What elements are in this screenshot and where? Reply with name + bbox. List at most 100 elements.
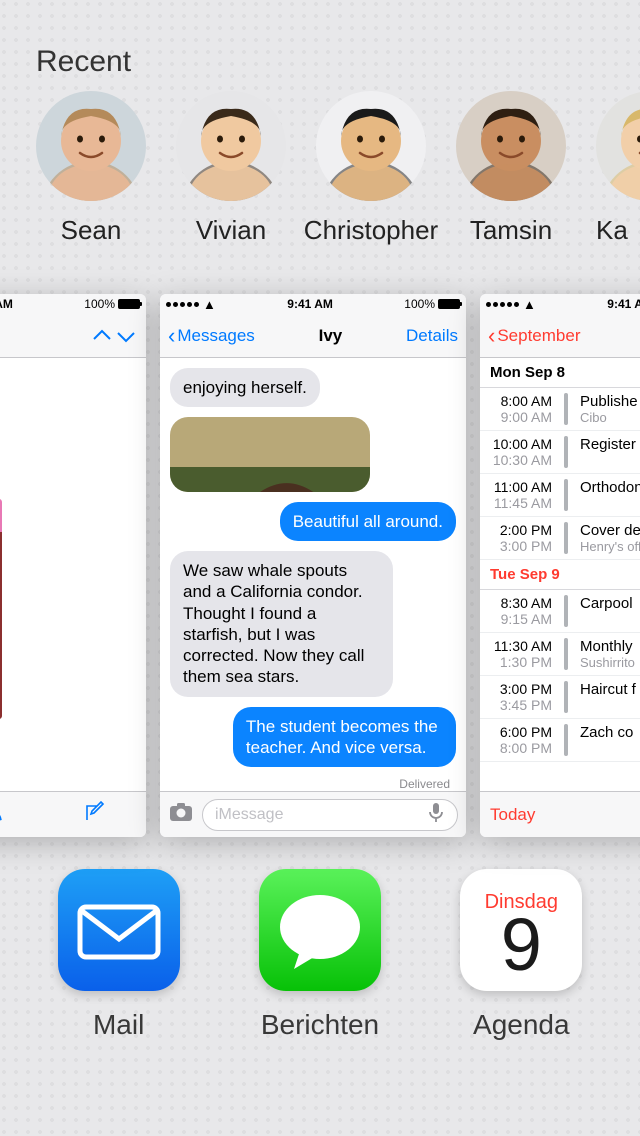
mail-body: to be one of our ns yet. The kids are ut…: [0, 358, 146, 791]
calendar-event-text: PublisheCibo: [580, 393, 640, 425]
wifi-icon: ▲: [203, 297, 216, 312]
contact-avatar: [456, 91, 566, 201]
recent-contact[interactable]: Ka: [596, 91, 640, 246]
statusbar-battery-pct: 100%: [404, 297, 435, 311]
messages-details-button[interactable]: Details: [406, 326, 458, 346]
calendar-back-label: September: [497, 326, 580, 346]
mail-toolbar: [0, 791, 146, 837]
recent-contact[interactable]: Sean: [36, 91, 146, 246]
statusbar-time: 9:41 AM: [0, 297, 13, 311]
calendar-icon-daynum: 9: [485, 908, 558, 982]
calendar-event-row[interactable]: 8:00 AM9:00 AM PublisheCibo: [480, 388, 640, 431]
app-agenda[interactable]: Dinsdag 9 Agenda: [431, 869, 611, 1041]
messages-back-button[interactable]: ‹Messages: [168, 323, 255, 349]
battery-icon: [438, 299, 460, 309]
calendar-event-bar: [564, 638, 568, 670]
app-card-messages[interactable]: ▲ 9:41 AM 100% ‹Messages Ivy Details enj…: [160, 294, 466, 837]
mail-nav-arrows[interactable]: [90, 325, 138, 347]
calendar-event-text: Zach co: [580, 724, 640, 756]
message-input-field[interactable]: iMessage: [202, 799, 458, 831]
statusbar-time: 9:41 AM: [287, 297, 333, 311]
compose-icon[interactable]: [83, 800, 107, 829]
wifi-icon: ▲: [523, 297, 536, 312]
app-berichten[interactable]: Berichten: [230, 869, 410, 1041]
calendar-event-row[interactable]: 11:30 AM1:30 PM MonthlySushirrito: [480, 633, 640, 676]
mic-icon[interactable]: [427, 801, 445, 828]
mail-attached-photo[interactable]: [0, 499, 2, 719]
contact-name: Ka: [596, 215, 628, 246]
battery-icon: [118, 299, 140, 309]
recent-contacts-row: Sean Vivian Christopher Tamsin K: [36, 91, 640, 246]
message-bubble-received[interactable]: enjoying herself.: [170, 368, 320, 407]
message-placeholder: iMessage: [215, 806, 283, 824]
recent-title: Recent: [36, 45, 640, 79]
calendar-event-times: 10:00 AM10:30 AM: [490, 436, 552, 468]
calendar-event-times: 11:30 AM1:30 PM: [490, 638, 552, 670]
statusbar: ▲ 9:41 AM 100%: [160, 294, 466, 314]
calendar-event-bar: [564, 522, 568, 554]
message-bubble-sent[interactable]: The student becomes the teacher. And vic…: [233, 707, 456, 768]
calendar-event-bar: [564, 436, 568, 468]
reply-icon[interactable]: [0, 800, 5, 829]
calendar-today-button[interactable]: Today: [490, 805, 535, 825]
contact-avatar: [316, 91, 426, 201]
messages-app-icon: [259, 869, 381, 991]
calendar-event-bar: [564, 393, 568, 425]
statusbar-battery-pct: 100%: [84, 297, 115, 311]
recent-contact[interactable]: Tamsin: [456, 91, 566, 246]
app-label-mail: Mail: [93, 1009, 144, 1041]
calendar-event-text: Orthodon: [580, 479, 640, 511]
app-switcher-cards: ▲ 9:41 AM 100% to be one of our ns yet. …: [0, 246, 640, 837]
message-bubble-sent[interactable]: Beautiful all around.: [280, 502, 456, 541]
calendar-day-header: Tue Sep 9: [480, 560, 640, 590]
calendar-event-times: 8:30 AM9:15 AM: [490, 595, 552, 627]
calendar-event-row[interactable]: 10:00 AM10:30 AM Register: [480, 431, 640, 474]
app-icons-row: Mail Berichten Dinsdag 9 Agenda: [0, 837, 640, 1041]
contact-name: Tamsin: [470, 215, 552, 246]
calendar-event-row[interactable]: 6:00 PM8:00 PM Zach co: [480, 719, 640, 762]
calendar-event-bar: [564, 724, 568, 756]
calendar-day-header: Mon Sep 8: [480, 358, 640, 388]
calendar-body[interactable]: Mon Sep 8 8:00 AM9:00 AM PublisheCibo 10…: [480, 358, 640, 791]
calendar-event-text: Carpool: [580, 595, 640, 627]
mail-body-text: to be one of our ns yet. The kids are ut…: [0, 368, 134, 483]
calendar-footer: Today Calen: [480, 791, 640, 837]
calendar-app-icon: Dinsdag 9: [460, 869, 582, 991]
contact-avatar: [176, 91, 286, 201]
calendar-event-times: 3:00 PM3:45 PM: [490, 681, 552, 713]
messages-thread[interactable]: enjoying herself. Beautiful all around. W…: [160, 358, 466, 791]
recent-contact[interactable]: Christopher: [316, 91, 426, 246]
mail-app-icon: [58, 869, 180, 991]
recent-contact[interactable]: Vivian: [176, 91, 286, 246]
app-label-berichten: Berichten: [261, 1009, 379, 1041]
messages-title: Ivy: [319, 326, 343, 346]
calendar-back-button[interactable]: ‹September: [488, 323, 581, 349]
contact-avatar: [36, 91, 146, 201]
statusbar: ▲ 9:41 AM 100%: [480, 294, 640, 314]
message-bubble-received[interactable]: We saw whale spouts and a California con…: [170, 551, 393, 697]
calendar-navbar: ‹September: [480, 314, 640, 358]
calendar-event-row[interactable]: 3:00 PM3:45 PM Haircut f: [480, 676, 640, 719]
calendar-event-row[interactable]: 11:00 AM11:45 AM Orthodon: [480, 474, 640, 517]
contact-avatar: [596, 91, 640, 201]
calendar-event-row[interactable]: 2:00 PM3:00 PM Cover deHenry's offic: [480, 517, 640, 560]
calendar-event-row[interactable]: 8:30 AM9:15 AM Carpool: [480, 590, 640, 633]
messages-back-label: Messages: [177, 326, 254, 346]
statusbar-time: 9:41 AM: [607, 297, 640, 311]
calendar-event-text: Register: [580, 436, 640, 468]
message-photo[interactable]: [170, 417, 370, 492]
calendar-event-times: 6:00 PM8:00 PM: [490, 724, 552, 756]
app-card-calendar[interactable]: ▲ 9:41 AM 100% ‹September Mon Sep 8 8:00…: [480, 294, 640, 837]
messages-navbar: ‹Messages Ivy Details: [160, 314, 466, 358]
calendar-event-text: Cover deHenry's offic: [580, 522, 640, 554]
calendar-event-times: 11:00 AM11:45 AM: [490, 479, 552, 511]
statusbar: ▲ 9:41 AM 100%: [0, 294, 146, 314]
recent-contacts-section: Recent Sean Vivian Christopher: [0, 0, 640, 246]
calendar-event-bar: [564, 681, 568, 713]
camera-icon[interactable]: [168, 801, 194, 828]
app-card-mail[interactable]: ▲ 9:41 AM 100% to be one of our ns yet. …: [0, 294, 146, 837]
calendar-event-text: MonthlySushirrito: [580, 638, 640, 670]
messages-input-bar: iMessage: [160, 791, 466, 837]
app-mail[interactable]: Mail: [29, 869, 209, 1041]
app-label-agenda: Agenda: [473, 1009, 570, 1041]
